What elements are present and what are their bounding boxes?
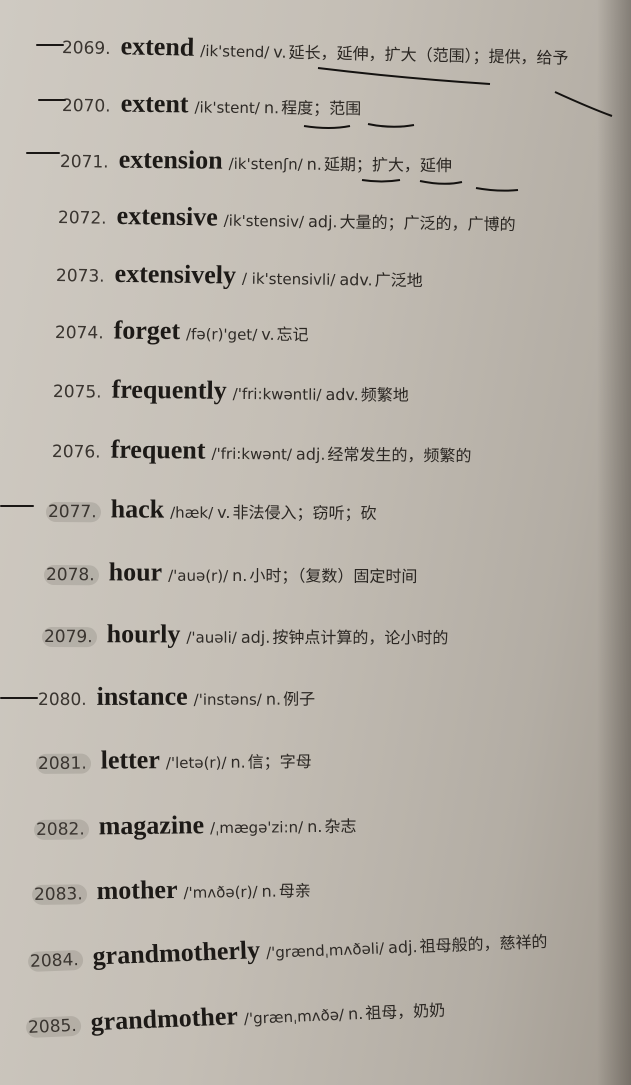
pen-underline (317, 67, 491, 85)
pen-underline (554, 91, 613, 117)
pen-underlines (303, 67, 613, 192)
pen-underline (361, 179, 401, 183)
book-page: 2069. extend/ik'stend/v. 延长，延伸，扩大（范围）；提供，给… (0, 0, 631, 1085)
pen-underline (475, 187, 519, 192)
pen-underline (367, 123, 415, 128)
pen-underline (303, 125, 351, 129)
pen-underline (419, 180, 463, 185)
